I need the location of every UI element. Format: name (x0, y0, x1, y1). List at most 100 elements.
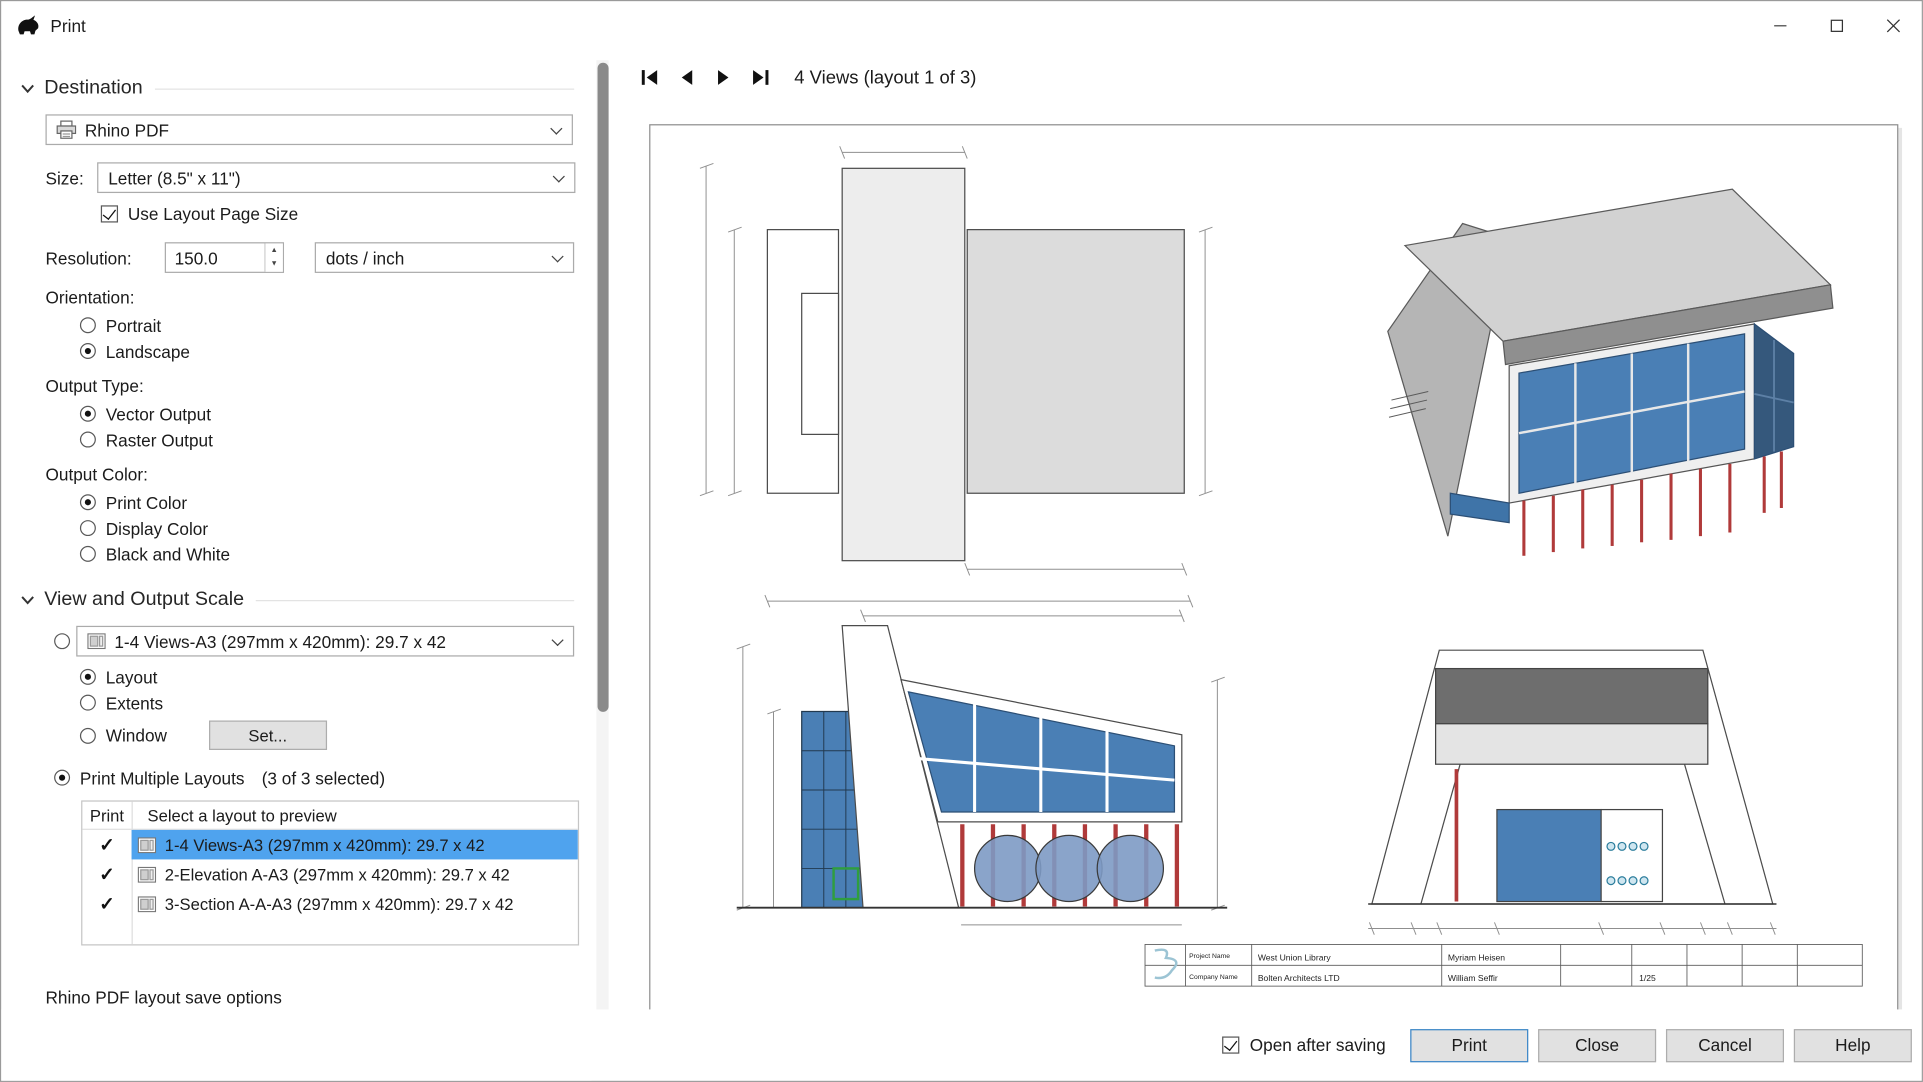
output-type-label: Output Type: (45, 376, 591, 396)
resolution-spinner: ▲ ▼ (264, 243, 282, 271)
radio-print-multiple-layouts[interactable] (54, 770, 70, 786)
radio-print-color[interactable]: Print Color (80, 489, 591, 515)
chevron-down-icon (21, 595, 35, 605)
print-dialog: Print Destination Rhino PDF (0, 0, 1923, 1082)
layout-list-header: Print Select a layout to preview (82, 802, 577, 830)
company-name-value: Bolten Architects LTD (1258, 973, 1340, 983)
radio-icon (80, 520, 96, 536)
paper-size-select[interactable]: Letter (8.5" x 11") (97, 162, 575, 193)
use-layout-page-size-checkbox[interactable]: Use Layout Page Size (101, 203, 592, 225)
layout-page-icon (138, 837, 156, 853)
rhino-app-icon (16, 15, 41, 37)
radio-vector-output[interactable]: Vector Output (80, 401, 591, 427)
paper-size-value: Letter (8.5" x 11") (108, 168, 240, 188)
minimize-button[interactable] (1752, 1, 1809, 50)
window-close-button[interactable] (1865, 1, 1922, 50)
window-radio-label: Window (106, 725, 167, 745)
resolution-value: 150.0 (166, 243, 264, 271)
radio-icon-selected (80, 343, 96, 359)
resolution-label: Resolution: (45, 248, 154, 268)
radio-layout[interactable]: Layout (80, 664, 591, 690)
open-after-saving-checkbox[interactable]: Open after saving (1223, 1035, 1386, 1055)
help-button[interactable]: Help (1794, 1028, 1912, 1061)
first-layout-button[interactable] (634, 63, 664, 93)
radio-icon (80, 695, 96, 711)
set-window-button[interactable]: Set... (209, 720, 327, 750)
printer-select-value: Rhino PDF (85, 120, 169, 140)
open-after-saving-label: Open after saving (1250, 1035, 1386, 1055)
radio-raster-output[interactable]: Raster Output (80, 427, 591, 453)
chevron-down-icon (550, 122, 562, 134)
last-layout-button[interactable] (745, 63, 775, 93)
radio-window[interactable] (80, 727, 96, 743)
check-icon[interactable]: ✓ (99, 894, 114, 912)
layout-list: Print Select a layout to preview ✓ 1-4 V… (81, 800, 579, 945)
multiple-layouts-count: (3 of 3 selected) (262, 768, 385, 788)
window-title: Print (50, 16, 85, 36)
orientation-label: Orientation: (45, 288, 591, 308)
cancel-button[interactable]: Cancel (1666, 1028, 1784, 1061)
raster-output-label: Raster Output (106, 430, 213, 450)
maximize-button[interactable] (1809, 1, 1866, 50)
layout-select-value: 1-4 Views-A3 (297mm x 420mm): 29.7 x 42 (114, 631, 446, 651)
check-icon[interactable]: ✓ (99, 835, 114, 853)
plan-view (700, 146, 1213, 607)
next-layout-button[interactable] (708, 63, 738, 93)
printer-select[interactable]: Rhino PDF (45, 114, 572, 145)
perspective-view (1388, 189, 1833, 556)
section-view (1368, 650, 1776, 934)
landscape-label: Landscape (106, 341, 190, 361)
print-column-header: Print (82, 802, 131, 829)
destination-section-title: Destination (44, 77, 142, 99)
spin-down-button[interactable]: ▼ (266, 258, 283, 272)
layout-row-label: 3-Section A-A-A3 (297mm x 420mm): 29.7 x… (165, 894, 514, 912)
layout-row-label: 2-Elevation A-A3 (297mm x 420mm): 29.7 x… (165, 865, 510, 883)
chevron-down-icon (553, 170, 565, 182)
resolution-units-value: dots / inch (326, 248, 404, 268)
preview-panel: 4 Views (layout 1 of 3) (616, 60, 1922, 1009)
radio-icon (80, 432, 96, 448)
project-name-label: Project Name (1189, 953, 1230, 960)
destination-section-header[interactable]: Destination (21, 77, 591, 99)
check-icon[interactable]: ✓ (99, 865, 114, 883)
radio-black-and-white[interactable]: Black and White (80, 541, 591, 567)
black-and-white-label: Black and White (106, 544, 230, 564)
layout-page-icon (138, 896, 156, 912)
drafter-name: William Seffir (1448, 973, 1498, 983)
sidebar-scrollbar[interactable] (596, 60, 608, 1009)
previous-layout-button[interactable] (671, 63, 701, 93)
company-name-label: Company Name (1189, 974, 1238, 981)
radio-single-layout[interactable] (54, 633, 70, 649)
close-button[interactable]: Close (1538, 1028, 1656, 1061)
radio-portrait[interactable]: Portrait (80, 312, 591, 338)
layout-select[interactable]: 1-4 Views-A3 (297mm x 420mm): 29.7 x 42 (76, 626, 574, 657)
architect-name: Myriam Heisen (1448, 952, 1505, 962)
dialog-footer: Open after saving Print Close Cancel Hel… (1, 1009, 1921, 1080)
resolution-input[interactable]: 150.0 ▲ ▼ (165, 242, 284, 273)
scrollbar-thumb[interactable] (597, 63, 608, 712)
layout-row-2[interactable]: ✓ 2-Elevation A-A3 (297mm x 420mm): 29.7… (82, 859, 577, 889)
radio-landscape[interactable]: Landscape (80, 338, 591, 364)
select-column-header: Select a layout to preview (132, 802, 578, 829)
radio-display-color[interactable]: Display Color (80, 515, 591, 541)
print-button[interactable]: Print (1410, 1028, 1528, 1061)
radio-extents[interactable]: Extents (80, 690, 591, 716)
chevron-down-icon (551, 250, 563, 262)
checkbox-icon (1223, 1036, 1240, 1053)
checkbox-icon (101, 205, 118, 222)
layout-preview-drawing: Project Name West Union Library Company … (650, 125, 1897, 1014)
multiple-layouts-label: Print Multiple Layouts (80, 768, 245, 788)
spin-up-button[interactable]: ▲ (266, 243, 283, 257)
chevron-down-icon (551, 633, 563, 645)
layout-row-3[interactable]: ✓ 3-Section A-A-A3 (297mm x 420mm): 29.7… (82, 889, 577, 919)
view-scale-section-title: View and Output Scale (44, 589, 244, 611)
section-dimension-lines (1368, 922, 1776, 934)
view-scale-section-header[interactable]: View and Output Scale (21, 589, 591, 611)
project-name-value: West Union Library (1258, 952, 1331, 962)
pdf-save-options-link[interactable]: Rhino PDF layout save options (45, 987, 591, 1007)
preview-status-text: 4 Views (layout 1 of 3) (794, 67, 976, 88)
output-color-label: Output Color: (45, 465, 591, 485)
layout-row-1[interactable]: ✓ 1-4 Views-A3 (297mm x 420mm): 29.7 x 4… (82, 830, 577, 860)
resolution-units-select[interactable]: dots / inch (315, 242, 574, 273)
elevation-view (737, 610, 1227, 925)
